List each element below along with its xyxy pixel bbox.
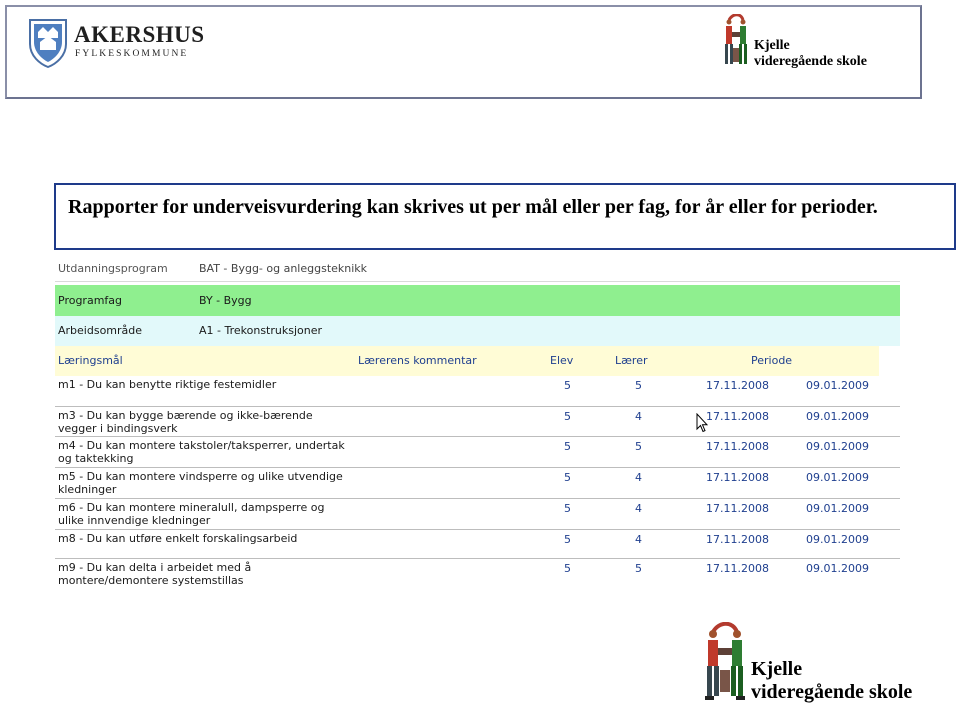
school-name-line1: Kjelle — [754, 38, 790, 53]
student-score: 5 — [564, 471, 571, 484]
programfag-row: Programfag BY - Bygg — [55, 285, 900, 316]
period-to: 09.01.2009 — [806, 562, 869, 575]
goal-text: m3 - Du kan bygge bærende og ikke-bærend… — [58, 409, 313, 435]
goal-text: m4 - Du kan montere takstoler/taksperrer… — [58, 439, 345, 465]
utdanningsprogram-row: Utdanningsprogram BAT - Bygg- og anleggs… — [55, 254, 900, 282]
slide-title: Rapporter for underveisvurdering kan skr… — [68, 196, 878, 218]
slide-title-box: Rapporter for underveisvurdering kan skr… — [54, 183, 956, 250]
col-header-comment[interactable]: Lærerens kommentar — [358, 354, 477, 367]
programfag-value: BY - Bygg — [199, 294, 252, 307]
col-header-period[interactable]: Periode — [751, 354, 792, 367]
period-to: 09.01.2009 — [806, 471, 869, 484]
period-to: 09.01.2009 — [806, 440, 869, 453]
school-name-line2: videregående skole — [751, 681, 913, 703]
period-to: 09.01.2009 — [806, 379, 869, 392]
table-row[interactable]: m1 - Du kan benytte riktige festemidler … — [55, 376, 900, 407]
utdanningsprogram-label: Utdanningsprogram — [58, 262, 168, 275]
period-from: 17.11.2008 — [706, 471, 769, 484]
col-header-goal: Læringsmål — [58, 354, 123, 367]
period-from: 17.11.2008 — [706, 533, 769, 546]
school-name-bottom: Kjelle videregående skole — [751, 658, 912, 704]
kjelle-figures-logo-icon — [725, 14, 747, 64]
table-row[interactable]: m5 - Du kan montere vindsperre og ulike … — [55, 468, 900, 499]
goal-text: m9 - Du kan delta i arbeidet med å monte… — [58, 561, 252, 587]
col-header-teacher[interactable]: Lærer — [615, 354, 648, 367]
period-from: 17.11.2008 — [706, 379, 769, 392]
table-header-row: Læringsmål Lærerens kommentar Elev Lærer… — [55, 346, 879, 376]
table-row[interactable]: m3 - Du kan bygge bærende og ikke-bærend… — [55, 407, 900, 437]
student-score: 5 — [564, 440, 571, 453]
arbeidsomrade-label: Arbeidsområde — [58, 324, 143, 337]
arbeidsomrade-row: Arbeidsområde A1 - Trekonstruksjoner — [55, 316, 900, 346]
utdanningsprogram-value: BAT - Bygg- og anleggsteknikk — [199, 262, 368, 275]
period-from: 17.11.2008 — [706, 502, 769, 515]
teacher-score: 4 — [635, 533, 642, 546]
teacher-score: 5 — [635, 562, 642, 575]
school-name-line1: Kjelle — [751, 658, 803, 680]
period-to: 09.01.2009 — [806, 533, 869, 546]
period-from: 17.11.2008 — [706, 440, 769, 453]
table-row[interactable]: m4 - Du kan montere takstoler/taksperrer… — [55, 437, 900, 468]
student-score: 5 — [564, 533, 571, 546]
col-header-student[interactable]: Elev — [550, 354, 573, 367]
period-to: 09.01.2009 — [806, 502, 869, 515]
teacher-score: 4 — [635, 502, 642, 515]
goal-text: m6 - Du kan montere mineralull, dampsper… — [58, 501, 325, 527]
table-row[interactable]: m9 - Du kan delta i arbeidet med å monte… — [55, 559, 900, 591]
teacher-score: 5 — [635, 379, 642, 392]
goal-text: m1 - Du kan benytte riktige festemidler — [58, 378, 277, 391]
period-from: 17.11.2008 — [706, 410, 769, 423]
org-subtitle: FYLKESKOMMUNE — [75, 49, 189, 59]
akershus-crest-icon — [29, 19, 67, 68]
teacher-score: 4 — [635, 410, 642, 423]
school-name-line2: videregående skole — [754, 54, 867, 69]
goal-text: m8 - Du kan utføre enkelt forskalingsarb… — [58, 532, 298, 545]
teacher-score: 5 — [635, 440, 642, 453]
student-score: 5 — [564, 379, 571, 392]
goal-text: m5 - Du kan montere vindsperre og ulike … — [58, 470, 343, 496]
school-name-top: Kjelle videregående skole — [754, 38, 867, 70]
programfag-label: Programfag — [58, 294, 123, 307]
student-score: 5 — [564, 410, 571, 423]
student-score: 5 — [564, 562, 571, 575]
table-row[interactable]: m6 - Du kan montere mineralull, dampsper… — [55, 499, 900, 530]
student-score: 5 — [564, 502, 571, 515]
period-to: 09.01.2009 — [806, 410, 869, 423]
org-name: AKERSHUS — [74, 22, 205, 47]
period-from: 17.11.2008 — [706, 562, 769, 575]
table-row[interactable]: m8 - Du kan utføre enkelt forskalingsarb… — [55, 530, 900, 559]
teacher-score: 4 — [635, 471, 642, 484]
mouse-pointer-icon — [696, 413, 708, 433]
arbeidsomrade-value: A1 - Trekonstruksjoner — [199, 324, 323, 337]
kjelle-figures-logo-icon — [705, 622, 745, 700]
